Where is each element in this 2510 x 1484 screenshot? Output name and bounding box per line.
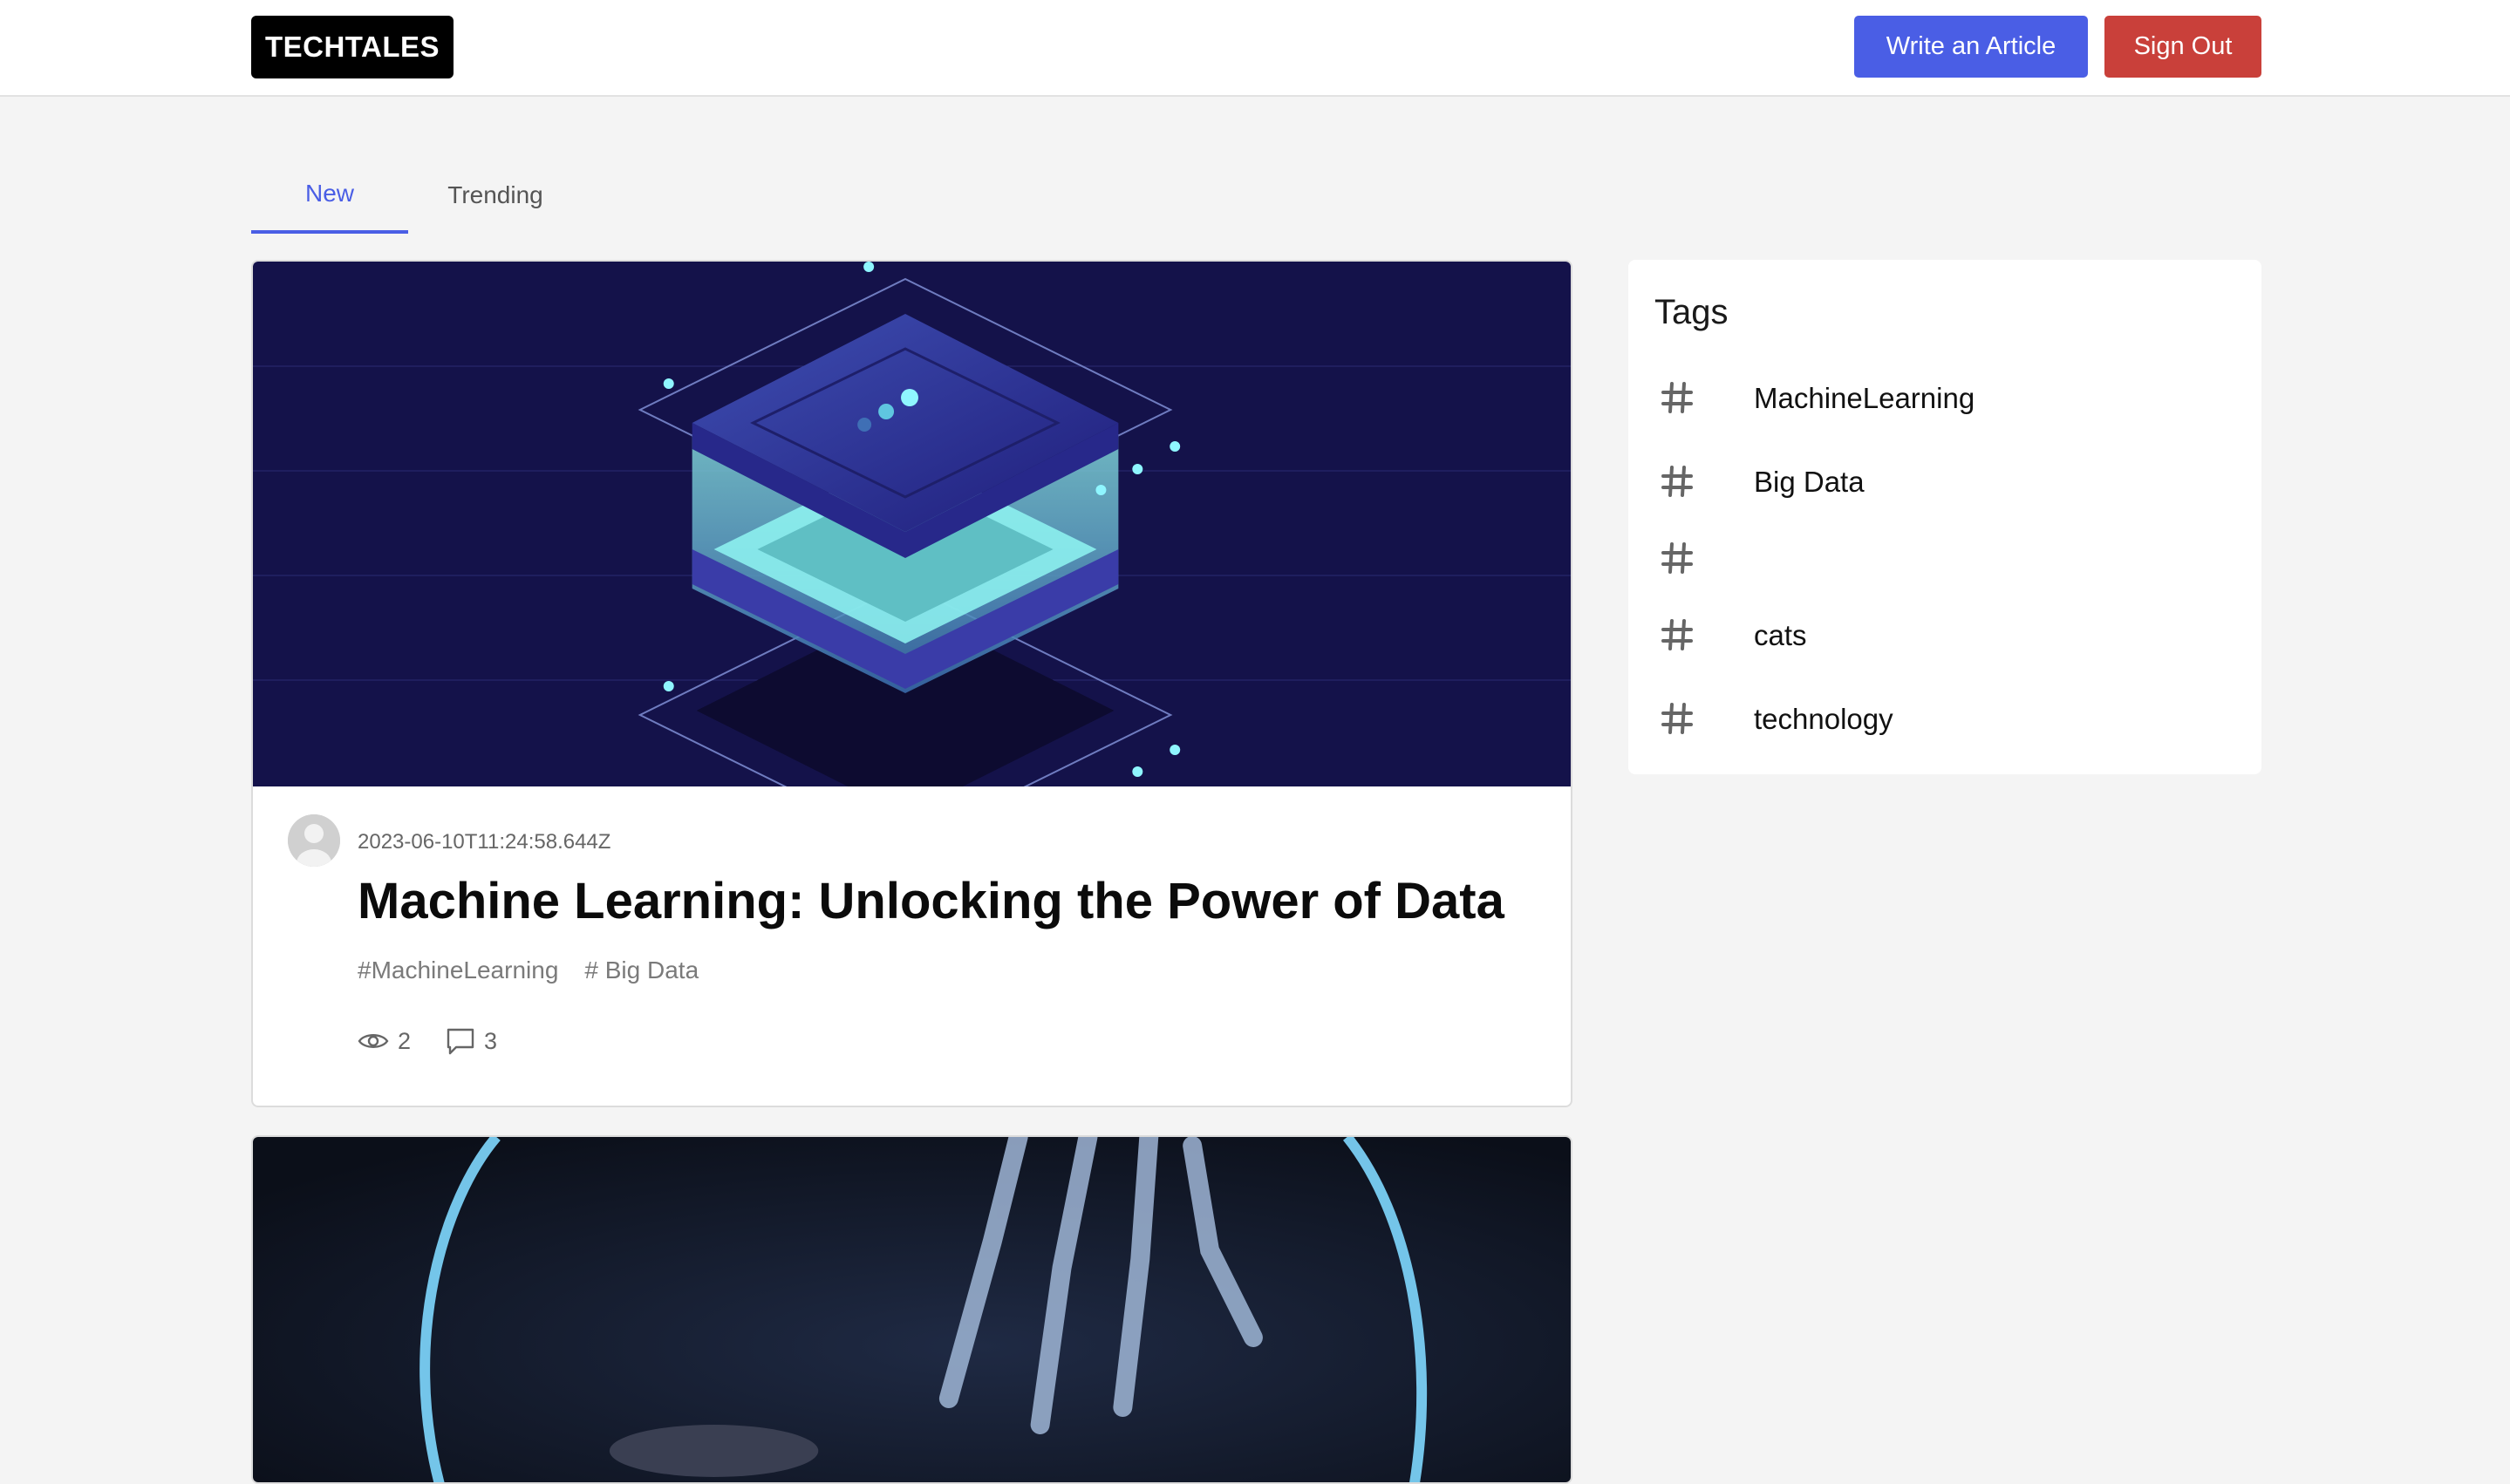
hash-icon [1661,703,1693,734]
article-title[interactable]: Machine Learning: Unlocking the Power of… [358,872,1504,930]
comment-icon [447,1028,474,1055]
user-avatar-icon [288,814,340,867]
views-stat: 2 [358,1028,411,1055]
sidebar-tag-item[interactable]: technology [1628,684,2261,753]
comments-stat: 3 [446,1027,497,1055]
hash-icon [1661,382,1693,413]
sign-out-button[interactable]: Sign Out [2104,16,2261,78]
sidebar-tag-label: Big Data [1754,466,1865,498]
article-stats: 2 3 [358,1027,497,1055]
write-article-button[interactable]: Write an Article [1854,16,2088,78]
sidebar-tag-item[interactable]: MachineLearning [1628,363,2261,432]
article-tags: #MachineLearning # Big Data [358,956,699,984]
sidebar-tag-item[interactable] [1628,523,2261,593]
hash-icon [1661,619,1693,650]
article-tag[interactable]: #MachineLearning [358,956,558,984]
article-cover-image[interactable] [253,262,1571,786]
tags-sidebar: Tags MachineLearning Big Data cats techn… [1628,260,2261,774]
tab-new[interactable]: New [251,157,408,234]
hash-icon [1661,466,1693,497]
site-logo[interactable]: TECHTALES [251,16,454,78]
eye-icon [358,1034,389,1048]
hash-icon [1661,542,1693,574]
sidebar-tag-item[interactable]: Big Data [1628,446,2261,516]
article-card[interactable]: 2023-06-10T11:24:58.644Z Machine Learnin… [251,260,1572,1107]
article-date: 2023-06-10T11:24:58.644Z [358,830,611,854]
comments-count: 3 [484,1027,498,1054]
sidebar-tag-label: cats [1754,619,1807,651]
sidebar-tag-label: technology [1754,703,1893,735]
feed-tabs: New Trending [251,157,774,234]
author-avatar[interactable] [288,814,340,867]
sidebar-tag-item[interactable]: cats [1628,600,2261,670]
top-navbar: TECHTALES Write an Article Sign Out [0,0,2510,97]
tab-trending[interactable]: Trending [408,157,583,234]
views-count: 2 [398,1027,412,1054]
article-card[interactable] [251,1135,1572,1484]
article-tag[interactable]: # Big Data [584,956,699,984]
sidebar-title: Tags [1654,293,1729,331]
sidebar-tag-label: MachineLearning [1754,382,1975,414]
article-cover-image[interactable] [253,1137,1571,1484]
